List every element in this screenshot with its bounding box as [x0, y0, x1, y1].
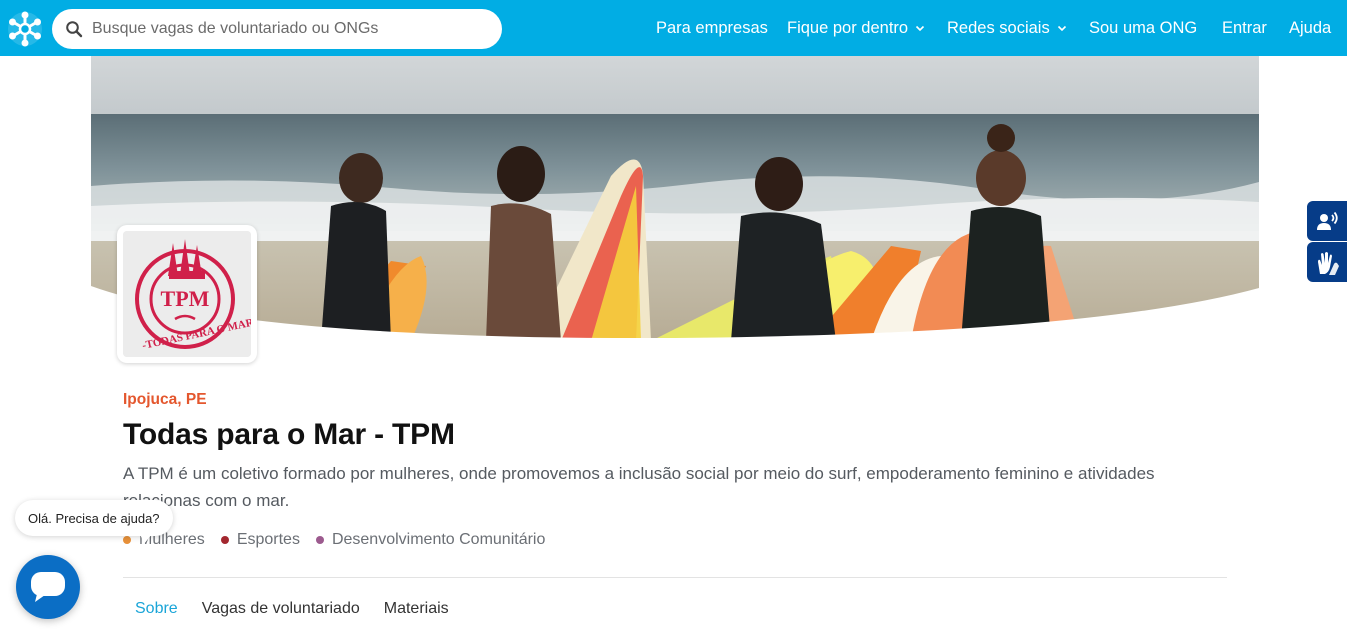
nav-fique-por-dentro[interactable]: Fique por dentro	[787, 0, 925, 56]
chevron-down-icon	[916, 25, 925, 32]
tab-sobre[interactable]: Sobre	[123, 592, 190, 628]
cover-photo	[91, 56, 1259, 338]
nav-label: Fique por dentro	[787, 18, 909, 37]
chat-bubble-tail	[140, 534, 152, 544]
nav-label: Para empresas	[656, 18, 768, 37]
chat-open-button[interactable]	[16, 555, 80, 619]
chat-greeting-text: Olá. Precisa de ajuda?	[28, 510, 160, 526]
nav-label: Ajuda	[1289, 18, 1332, 37]
cause-tag[interactable]: Desenvolvimento Comunitário	[315, 531, 546, 549]
audio-libras-icon	[1317, 211, 1338, 230]
cause-label: Esportes	[236, 531, 300, 548]
organization-name: Todas para o Mar - TPM	[123, 418, 455, 451]
tab-vagas-de-voluntariado[interactable]: Vagas de voluntariado	[190, 592, 372, 628]
profile-tabs: Sobre Vagas de voluntariado Materiais	[123, 592, 461, 628]
divider	[123, 577, 1227, 578]
causes-list: Mulheres Esportes Desenvolvimento Comuni…	[123, 531, 561, 549]
snowflake-logo-icon[interactable]	[7, 11, 43, 47]
cause-tag[interactable]: Esportes	[220, 531, 300, 549]
logo-text: TPM	[161, 286, 210, 311]
tab-materiais[interactable]: Materiais	[372, 592, 461, 628]
search-box[interactable]	[52, 9, 502, 49]
top-navigation-bar: Para empresas Fique por dentro Redes soc…	[0, 0, 1347, 56]
cause-dot	[123, 536, 131, 544]
cause-dot	[220, 536, 229, 544]
search-icon	[66, 21, 83, 38]
nav-sou-uma-ong[interactable]: Sou uma ONG	[1089, 0, 1197, 56]
nav-label: Redes sociais	[947, 18, 1050, 37]
nav-entrar[interactable]: Entrar	[1222, 0, 1267, 56]
nav-label: Entrar	[1222, 18, 1267, 37]
organization-location: Ipojuca, PE	[123, 391, 207, 408]
hands-sign-language-icon	[1318, 252, 1339, 275]
chat-icon	[31, 572, 65, 602]
nav-ajuda[interactable]: Ajuda	[1289, 0, 1331, 56]
sign-language-button[interactable]	[1307, 242, 1347, 282]
chevron-down-icon	[1057, 25, 1066, 32]
nav-label: Sou uma ONG	[1089, 18, 1198, 37]
search-input[interactable]	[92, 9, 492, 49]
audio-libras-button[interactable]	[1307, 201, 1347, 241]
nav-redes-sociais[interactable]: Redes sociais	[947, 0, 1067, 56]
cause-label: Desenvolvimento Comunitário	[331, 531, 546, 548]
chat-greeting-bubble[interactable]: Olá. Precisa de ajuda?	[15, 500, 173, 536]
cause-dot	[315, 536, 324, 544]
organization-description: A TPM é um coletivo formado por mulheres…	[123, 464, 1155, 510]
nav-para-empresas[interactable]: Para empresas	[656, 0, 768, 56]
organization-logo: TPM -TODAS PARA O MAR-	[117, 225, 257, 363]
